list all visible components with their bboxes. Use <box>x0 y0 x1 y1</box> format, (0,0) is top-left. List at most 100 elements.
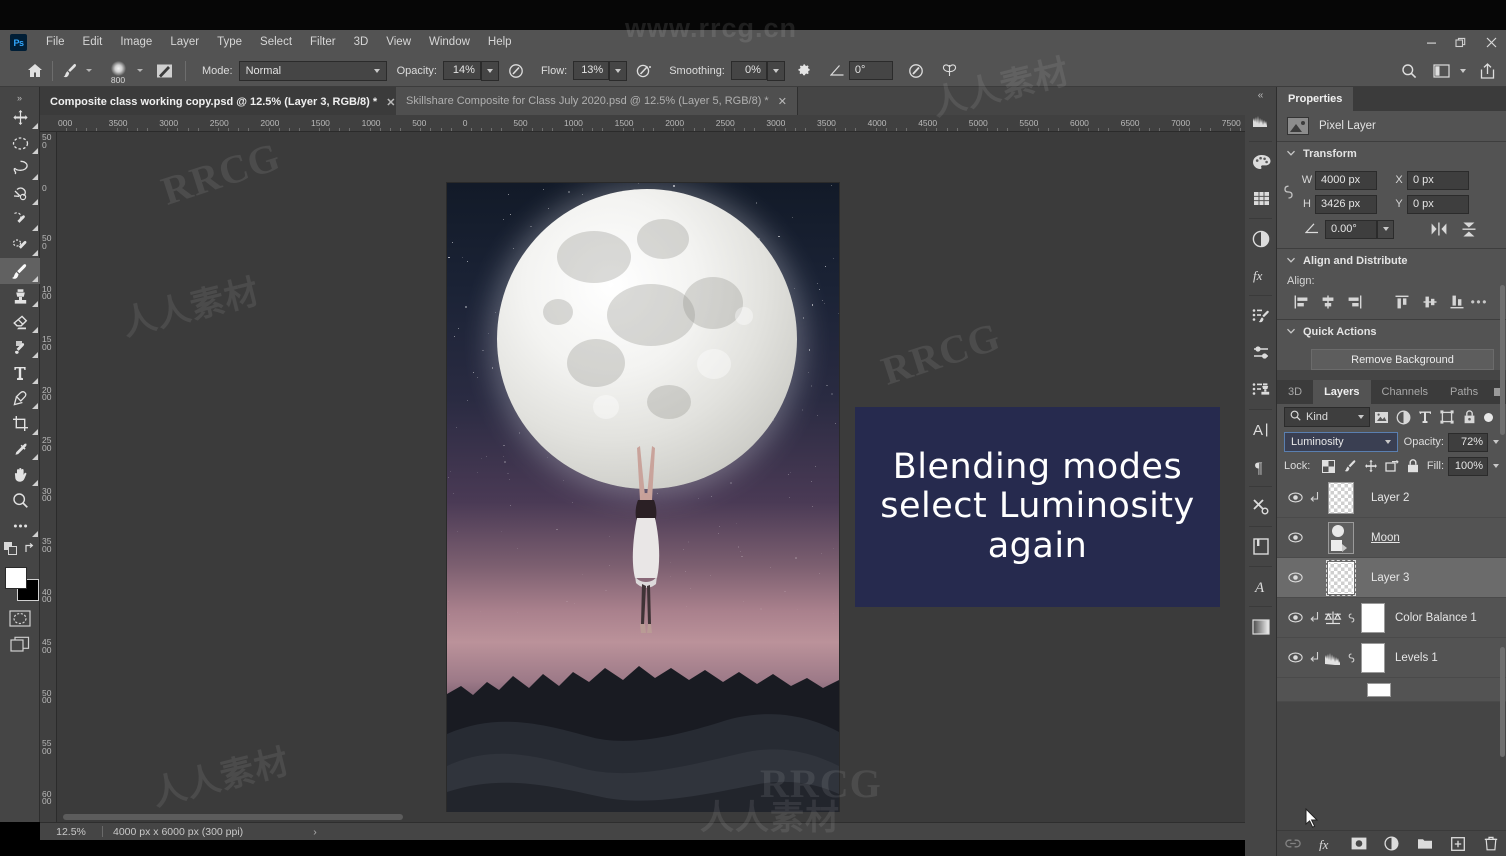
menu-view[interactable]: View <box>377 30 420 55</box>
share-icon[interactable] <box>1476 60 1498 82</box>
tab-3d[interactable]: 3D <box>1277 380 1313 404</box>
menu-window[interactable]: Window <box>420 30 479 55</box>
lasso-tool[interactable] <box>0 156 40 182</box>
scroll-thumb[interactable] <box>63 814 403 820</box>
menu-filter[interactable]: Filter <box>301 30 345 55</box>
height-input[interactable]: 3426 px <box>1315 194 1377 214</box>
layer-mask-thumbnail[interactable] <box>1367 682 1391 697</box>
y-input[interactable]: 0 px <box>1407 194 1469 214</box>
paragraph-icon[interactable]: ¶ <box>1245 448 1277 485</box>
link-layers-icon[interactable] <box>1284 836 1301 852</box>
layer-visibility-icon[interactable] <box>1283 612 1307 623</box>
gradients-icon[interactable] <box>1245 608 1277 645</box>
clone-stamp-tool[interactable] <box>0 284 40 310</box>
more-options-icon[interactable]: ••• <box>1471 295 1496 309</box>
opacity-chevron[interactable] <box>480 60 499 81</box>
menu-layer[interactable]: Layer <box>161 30 208 55</box>
mask-link-icon[interactable] <box>1345 611 1357 625</box>
healing-brush-tool[interactable] <box>0 233 40 259</box>
lock-position-icon[interactable] <box>1360 456 1381 476</box>
home-icon[interactable] <box>24 60 46 82</box>
close-button[interactable] <box>1476 30 1506 55</box>
swatches-icon[interactable] <box>1245 180 1277 217</box>
minimize-button[interactable] <box>1416 30 1446 55</box>
width-input[interactable]: 4000 px <box>1315 170 1377 190</box>
screen-mode-icon[interactable] <box>0 632 40 658</box>
color-balance-icon[interactable] <box>1321 610 1345 626</box>
brushes-icon[interactable] <box>1245 334 1277 371</box>
close-icon[interactable]: ✕ <box>386 96 395 109</box>
tool-presets-icon[interactable] <box>1245 488 1277 525</box>
lock-transparent-pixels-icon[interactable] <box>1318 456 1339 476</box>
object-selection-tool[interactable] <box>0 182 40 208</box>
color-icon[interactable] <box>1245 143 1277 180</box>
menu-help[interactable]: Help <box>479 30 521 55</box>
transform-section-header[interactable]: Transform <box>1277 142 1506 166</box>
pen-tool[interactable] <box>0 386 40 412</box>
new-group-icon[interactable] <box>1417 836 1433 852</box>
tab-properties[interactable]: Properties <box>1277 87 1354 111</box>
layer-thumbnail[interactable] <box>1326 559 1356 596</box>
quick-mask-icon[interactable] <box>0 606 40 632</box>
workspace-chevron-icon[interactable] <box>1460 68 1466 73</box>
align-right-edges-icon[interactable] <box>1342 291 1369 313</box>
workspace-icon[interactable] <box>1430 60 1452 82</box>
libraries-icon[interactable] <box>1245 528 1277 565</box>
foreground-color-swatch[interactable] <box>5 566 27 589</box>
butterfly-symmetry-icon[interactable] <box>939 60 961 82</box>
layer-thumbnail[interactable] <box>1328 521 1354 554</box>
filter-shape-icon[interactable] <box>1436 406 1458 428</box>
new-adjustment-layer-icon[interactable] <box>1384 836 1400 852</box>
new-layer-icon[interactable] <box>1450 836 1466 852</box>
document-tab-inactive[interactable]: Skillshare Composite for Class July 2020… <box>396 87 798 115</box>
restore-button[interactable] <box>1446 30 1476 55</box>
filter-adjustment-icon[interactable] <box>1392 406 1414 428</box>
flow-chevron[interactable] <box>609 60 628 81</box>
chevron-down-icon[interactable] <box>1286 148 1298 160</box>
eyedropper-tool[interactable] <box>0 437 40 463</box>
close-icon[interactable]: ✕ <box>778 95 787 108</box>
document-tab-active[interactable]: Composite class working copy.psd @ 12.5%… <box>40 87 407 115</box>
align-section-header[interactable]: Align and Distribute <box>1277 249 1506 273</box>
layer-name[interactable]: Moon <box>1371 532 1400 544</box>
tab-layers[interactable]: Layers <box>1313 380 1371 404</box>
quick-actions-section-header[interactable]: Quick Actions <box>1277 320 1506 344</box>
move-tool[interactable] <box>0 105 40 131</box>
table-row[interactable]: Moon <box>1277 518 1506 558</box>
angle-input[interactable]: 0.00° <box>1325 219 1377 239</box>
chevron-down-icon[interactable] <box>1286 255 1298 267</box>
opacity-input[interactable]: 14% <box>442 61 481 80</box>
lock-image-pixels-icon[interactable] <box>1339 456 1360 476</box>
align-vertical-centers-icon[interactable] <box>1416 291 1443 313</box>
layer-opacity-input[interactable]: 72% <box>1448 432 1488 452</box>
align-bottom-edges-icon[interactable] <box>1443 291 1470 313</box>
menu-image[interactable]: Image <box>111 30 161 55</box>
fill-chevron-icon[interactable] <box>1493 464 1499 468</box>
filter-smart-object-icon[interactable] <box>1458 406 1480 428</box>
zoom-level[interactable]: 12.5% <box>40 826 102 838</box>
brush-settings-panel-icon[interactable] <box>1245 297 1277 334</box>
tab-channels[interactable]: Channels <box>1371 380 1439 404</box>
x-input[interactable]: 0 px <box>1407 170 1469 190</box>
properties-scrollbar[interactable] <box>1500 285 1505 435</box>
crop-quick-tool[interactable] <box>0 207 40 233</box>
layers-scrollbar[interactable] <box>1500 647 1505 757</box>
layer-visibility-icon[interactable] <box>1283 532 1307 543</box>
gradient-tool[interactable] <box>0 335 40 361</box>
filter-enable-toggle[interactable] <box>1484 412 1493 422</box>
layer-mask-thumbnail[interactable] <box>1361 602 1385 633</box>
blend-mode-select[interactable]: Normal <box>238 60 387 81</box>
menu-select[interactable]: Select <box>251 30 301 55</box>
clone-source-icon[interactable] <box>1245 371 1277 408</box>
smoothing-chevron[interactable] <box>766 60 785 81</box>
opacity-chevron-icon[interactable] <box>1493 440 1499 444</box>
add-layer-mask-icon[interactable] <box>1351 836 1367 852</box>
layer-styles-fx-icon[interactable]: fx <box>1245 257 1277 294</box>
brush-size-preview[interactable]: 800 <box>104 58 132 85</box>
brush-angle-input[interactable]: 0° <box>848 61 893 80</box>
type-tool[interactable] <box>0 360 40 386</box>
layer-name[interactable]: Layer 2 <box>1371 492 1409 504</box>
flip-horizontal-icon[interactable] <box>1428 219 1450 239</box>
histogram-icon[interactable] <box>1245 103 1277 140</box>
edit-toolbar-tool[interactable] <box>0 513 40 539</box>
